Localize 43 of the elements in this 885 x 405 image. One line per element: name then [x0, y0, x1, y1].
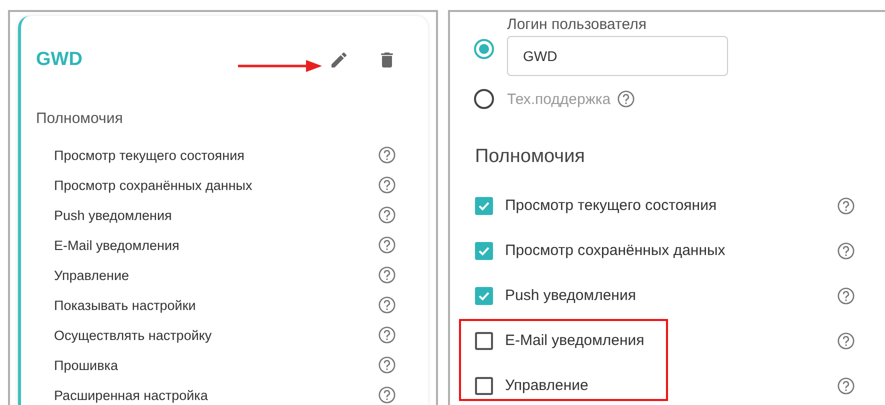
help-icon[interactable]	[837, 242, 855, 260]
help-icon[interactable]	[378, 176, 396, 194]
checkbox[interactable]	[475, 332, 493, 350]
permission-label: Push уведомления	[505, 287, 637, 304]
help-icon[interactable]	[837, 376, 855, 394]
help-icon[interactable]	[378, 206, 396, 224]
permission-label: Показывать настройки	[54, 298, 197, 312]
help-icon[interactable]	[378, 236, 396, 254]
radio-button[interactable]	[473, 88, 495, 110]
user-name: GWD	[36, 49, 82, 71]
permission-label: Управление	[54, 268, 130, 282]
checkbox[interactable]	[475, 286, 493, 304]
pencil-icon	[329, 50, 349, 70]
permission-label: Расширенная настройка	[54, 388, 209, 402]
permission-label: Управление	[505, 377, 590, 394]
permission-label: Осуществлять настройку	[54, 328, 213, 342]
help-icon[interactable]	[837, 286, 855, 304]
permission-label: Просмотр сохранённых данных	[54, 178, 254, 192]
checkbox[interactable]	[475, 376, 493, 394]
help-icon[interactable]	[616, 90, 635, 108]
permission-label: Просмотр текущего состояния	[54, 148, 246, 162]
help-icon[interactable]	[378, 146, 396, 164]
permission-label: Просмотр текущего состояния	[505, 197, 718, 214]
checkbox[interactable]	[475, 242, 493, 260]
help-icon[interactable]	[837, 332, 855, 350]
help-icon[interactable]	[378, 356, 396, 374]
help-icon[interactable]	[378, 326, 396, 344]
permission-label: E-Mail уведомления	[54, 238, 180, 252]
section-title: Полномочия	[475, 146, 586, 168]
help-icon[interactable]	[378, 266, 396, 284]
radio-button[interactable]	[473, 38, 495, 60]
help-icon[interactable]	[378, 386, 396, 404]
help-icon[interactable]	[378, 296, 396, 314]
permission-label: Push уведомления	[54, 208, 173, 222]
section-title: Полномочия	[36, 110, 124, 127]
permission-label: Прошивка	[54, 358, 119, 372]
support-label: Тех.поддержка	[507, 90, 611, 108]
checkbox[interactable]	[475, 196, 493, 214]
login-label: Логин пользователя	[507, 16, 648, 33]
permission-label: Просмотр сохранённых данных	[505, 242, 726, 259]
permission-label: E-Mail уведомления	[505, 332, 646, 349]
help-icon[interactable]	[837, 196, 855, 214]
login-field[interactable]: GWD	[507, 36, 728, 76]
